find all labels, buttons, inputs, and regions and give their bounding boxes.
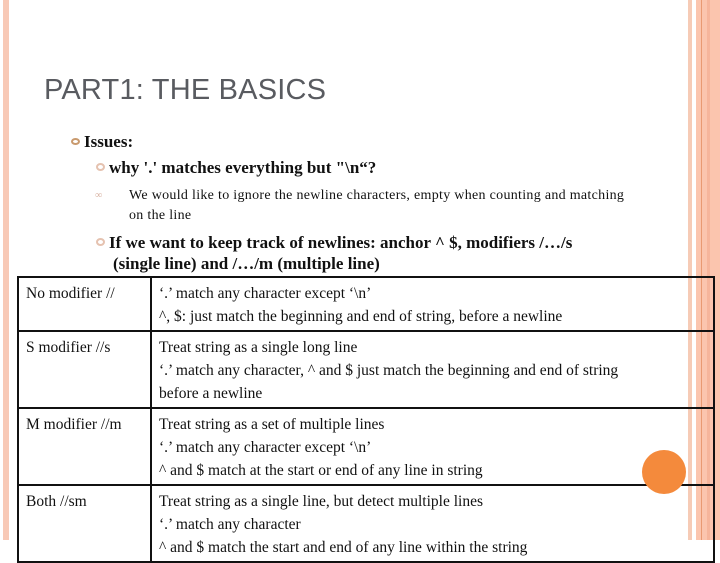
- modifier-table: No modifier //‘.’ match any character ex…: [17, 276, 715, 563]
- description-line: ‘.’ match any character: [159, 516, 301, 533]
- bullet-text: Issues:: [84, 132, 134, 151]
- left-decorative-stripe: [3, 0, 9, 540]
- description-line: before a newline: [159, 385, 263, 402]
- description-line: Treat string as a set of multiple lines: [159, 416, 385, 433]
- table-row: S modifier //s Treat string as a single l…: [17, 330, 715, 409]
- modifier-cell: Both //sm: [17, 484, 152, 563]
- description-cell: ‘.’ match any character except ‘\n’ ^, $:…: [150, 276, 715, 332]
- bullet-issues: Issues:: [71, 132, 133, 152]
- description-line: ^, $: just match the beginning and end o…: [159, 308, 563, 325]
- modifier-cell: No modifier //: [17, 276, 152, 332]
- description-line: Treat string as a single long line: [159, 339, 358, 356]
- description-line: ‘.’ match any character except ‘\n’: [159, 285, 372, 302]
- bullet-why-dot: why '.' matches everything but "\n“?: [96, 158, 376, 178]
- circle-bullet-icon: [96, 238, 105, 246]
- bullet-text: why '.' matches everything but "\n“?: [109, 158, 377, 177]
- description-line: ‘.’ match any character, ^ and $ just ma…: [159, 362, 619, 379]
- table-row: Both //sm Treat string as a single line, …: [17, 484, 715, 563]
- modifier-cell: S modifier //s: [17, 330, 152, 409]
- description-cell: Treat string as a single line, but detec…: [150, 484, 715, 563]
- description-cell: Treat string as a set of multiple lines ‘…: [150, 407, 715, 486]
- orange-circle-decoration: [642, 450, 686, 494]
- bullet-ignore-newline: ∞ We would like to ignore the newline cha…: [95, 186, 632, 226]
- table-row: M modifier //m Treat string as a set of m…: [17, 407, 715, 486]
- circle-bullet-icon: [96, 163, 105, 171]
- description-cell: Treat string as a single long line ‘.’ ma…: [150, 330, 715, 409]
- description-line: ^ and $ match at the start or end of any…: [159, 462, 483, 479]
- infinity-bullet-icon: ∞: [95, 190, 103, 201]
- bullet-track-newlines: If we want to keep track of newlines: an…: [96, 232, 616, 274]
- table-row: No modifier //‘.’ match any character ex…: [17, 276, 715, 332]
- description-line: Treat string as a single line, but detec…: [159, 493, 484, 510]
- slide-title: PART1: THE BASICS: [44, 74, 327, 106]
- description-line: ‘.’ match any character except ‘\n’: [159, 439, 372, 456]
- circle-bullet-icon: [71, 138, 80, 145]
- description-line: ^ and $ match the start and end of any l…: [159, 539, 528, 556]
- modifier-cell: M modifier //m: [17, 407, 152, 486]
- bullet-text: We would like to ignore the newline char…: [129, 188, 625, 223]
- bullet-text: If we want to keep track of newlines: an…: [109, 233, 573, 273]
